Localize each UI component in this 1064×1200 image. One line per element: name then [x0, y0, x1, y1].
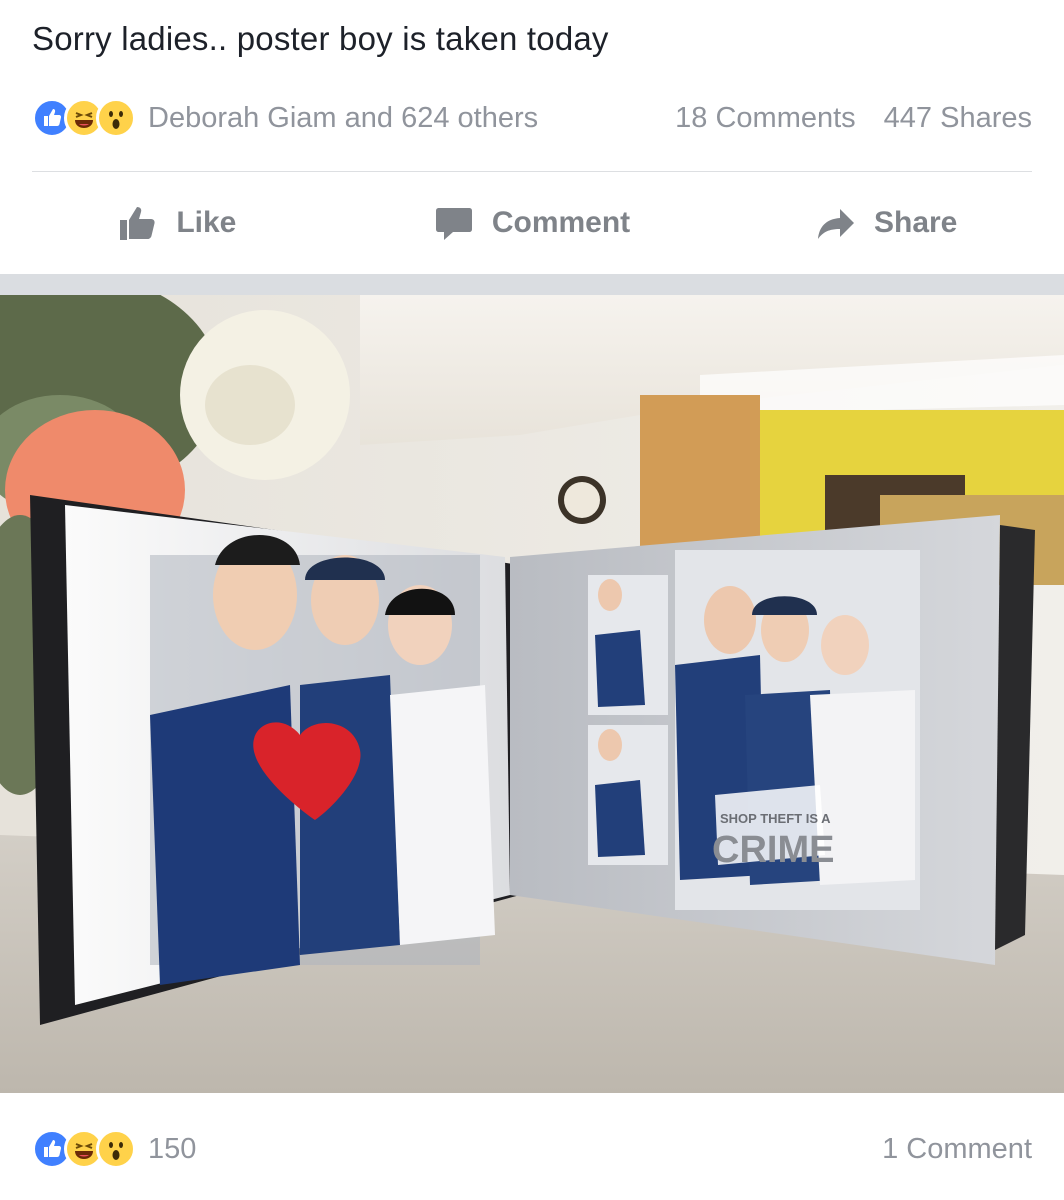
comment-icon — [435, 208, 472, 240]
post-photo[interactable]: SHOP THEFT IS A CRIME — [0, 295, 1064, 1093]
share-arrow-icon — [817, 209, 854, 239]
post-stats-bar: Deborah Giam and 624 others 18 Comments … — [32, 96, 1032, 140]
photo-comments-link[interactable]: 1 Comment — [882, 1133, 1032, 1166]
action-bar: Like Comment Share — [0, 190, 1064, 256]
sign-text-top: SHOP THEFT IS A — [720, 811, 831, 826]
comments-count-link[interactable]: 18 Comments — [675, 102, 856, 135]
wow-icon — [96, 1129, 136, 1169]
shares-count-link[interactable]: 447 Shares — [884, 102, 1032, 135]
share-button[interactable]: Share — [709, 190, 1064, 256]
photo-reaction-icons[interactable] — [32, 1129, 136, 1169]
share-label: Share — [873, 206, 958, 239]
wow-icon — [96, 98, 136, 138]
post-text: Sorry ladies.. poster boy is taken today — [32, 20, 609, 57]
feed-separator — [0, 274, 1064, 295]
sign-text-bottom: CRIME — [712, 829, 834, 871]
photo-reaction-count[interactable]: 150 — [148, 1133, 196, 1166]
like-label: Like — [176, 206, 237, 239]
comment-button[interactable]: Comment — [355, 190, 710, 256]
comment-label: Comment — [491, 206, 631, 239]
thumbs-up-icon — [120, 207, 155, 240]
like-button[interactable]: Like — [0, 190, 355, 256]
reaction-icons[interactable] — [32, 98, 136, 138]
reactors-text[interactable]: Deborah Giam and 624 others — [148, 102, 538, 135]
photo-stats-bar: 150 1 Comment — [32, 1126, 1032, 1172]
divider — [32, 171, 1032, 172]
